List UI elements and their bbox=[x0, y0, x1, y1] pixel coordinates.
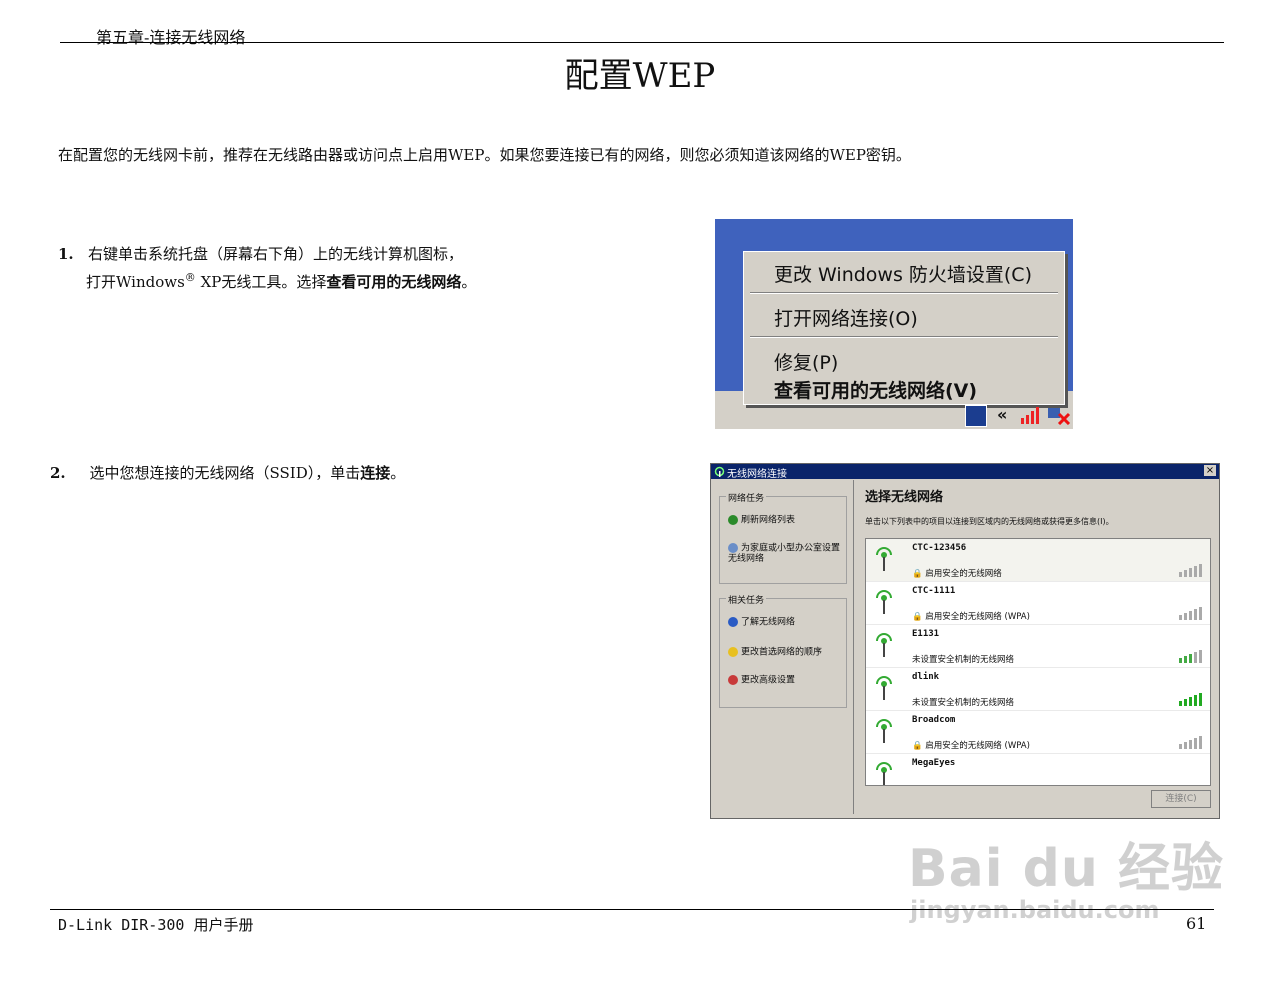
network-item[interactable]: CTC-123456 🔒 启用安全的无线网络 bbox=[866, 539, 1210, 582]
choose-network-description: 单击以下列表中的项目以连接到区域内的无线网络或获得更多信息(I)。 bbox=[865, 517, 1114, 526]
footer-rule bbox=[50, 909, 1214, 910]
divider bbox=[853, 480, 854, 814]
change-order-link[interactable]: 更改首选网络的顺序 bbox=[728, 647, 848, 658]
antenna-icon bbox=[876, 762, 892, 785]
lock-status: 🔒 启用安全的无线网络 (WPA) bbox=[912, 612, 1030, 622]
step-1-number: 1. bbox=[58, 245, 74, 263]
settings-icon bbox=[728, 675, 738, 685]
chapter-header: 第五章-连接无线网络 bbox=[96, 28, 246, 47]
watermark-url: jingyan.baidu.com bbox=[910, 896, 1160, 924]
registered-mark: ® bbox=[184, 271, 196, 284]
related-tasks-panel: 相关任务 了解无线网络 更改首选网络的顺序 更改高级设置 bbox=[719, 593, 848, 708]
menu-item-repair[interactable]: 修复(P) bbox=[774, 348, 838, 375]
lock-status: 🔒 启用安全的无线网络 bbox=[912, 569, 1002, 579]
step-1-line2b: XP无线工具。选择 bbox=[195, 273, 327, 291]
signal-icon bbox=[1179, 736, 1202, 749]
antenna-icon bbox=[876, 719, 892, 743]
star-icon bbox=[728, 647, 738, 657]
header-rule bbox=[60, 42, 1224, 43]
page-title: 配置WEP bbox=[564, 56, 716, 96]
wireless-dialog: 无线网络连接 × 网络任务 刷新网络列表 为家庭或小型办公室设置无线网络 相关任… bbox=[710, 463, 1220, 819]
info-icon bbox=[728, 617, 738, 627]
antenna-icon bbox=[876, 547, 892, 571]
wireless-icon bbox=[714, 466, 725, 477]
setup-icon bbox=[728, 543, 738, 553]
antenna-icon bbox=[876, 590, 892, 614]
network-item[interactable]: E1131 未设置安全机制的无线网络 bbox=[866, 625, 1210, 668]
network-item[interactable]: CTC-1111 🔒 启用安全的无线网络 (WPA) bbox=[866, 582, 1210, 625]
dialog-titlebar: 无线网络连接 × bbox=[711, 464, 1219, 480]
network-item[interactable]: MegaEyes bbox=[866, 754, 1210, 785]
context-menu-screenshot: 更改 Windows 防火墙设置(C) 打开网络连接(O) 修复(P) 查看可用… bbox=[715, 219, 1073, 429]
step-2-text: 选中您想连接的无线网络（SSID），单击 bbox=[89, 464, 361, 482]
step-1-bold: 查看可用的无线网络 bbox=[326, 273, 462, 291]
network-tasks-panel: 网络任务 刷新网络列表 为家庭或小型办公室设置无线网络 bbox=[719, 491, 848, 584]
tray-chevron-icon[interactable]: « bbox=[997, 405, 1017, 425]
signal-icon bbox=[1179, 650, 1202, 663]
lock-status: 🔒 启用安全的无线网络 (WPA) bbox=[912, 741, 1030, 751]
advanced-settings-link[interactable]: 更改高级设置 bbox=[728, 675, 848, 686]
network-disconnected-icon[interactable] bbox=[1047, 405, 1071, 426]
step-1-line1: 右键单击系统托盘（屏幕右下角）上的无线计算机图标， bbox=[87, 245, 463, 263]
refresh-list-link[interactable]: 刷新网络列表 bbox=[728, 515, 848, 526]
network-item[interactable]: dlink 未设置安全机制的无线网络 bbox=[866, 668, 1210, 711]
signal-icon bbox=[1179, 607, 1202, 620]
dialog-title: 无线网络连接 bbox=[727, 469, 787, 480]
antenna-icon bbox=[876, 633, 892, 657]
footer-manual: D-Link DIR-300 用户手册 bbox=[58, 916, 254, 934]
menu-separator bbox=[750, 336, 1058, 338]
menu-item-firewall[interactable]: 更改 Windows 防火墙设置(C) bbox=[774, 260, 1032, 287]
network-list[interactable]: CTC-123456 🔒 启用安全的无线网络 CTC-1111 🔒 启用安全的无… bbox=[865, 538, 1211, 786]
signal-icon bbox=[1179, 693, 1202, 706]
step-2-end: 。 bbox=[390, 464, 406, 482]
intro-paragraph: 在配置您的无线网卡前，推荐在无线路由器或访问点上启用WEP。如果您要连接已有的网… bbox=[58, 146, 911, 164]
learn-wireless-link[interactable]: 了解无线网络 bbox=[728, 617, 848, 628]
signal-icon bbox=[1179, 564, 1202, 577]
step-1-end: 。 bbox=[461, 273, 477, 291]
network-tasks-title: 网络任务 bbox=[726, 491, 767, 504]
setup-network-link[interactable]: 为家庭或小型办公室设置无线网络 bbox=[728, 543, 848, 564]
step-2-number: 2. bbox=[50, 464, 66, 482]
network-item[interactable]: Broadcom 🔒 启用安全的无线网络 (WPA) bbox=[866, 711, 1210, 754]
antenna-icon bbox=[876, 676, 892, 700]
wireless-signal-icon[interactable] bbox=[1019, 405, 1039, 425]
step-2: 2. 选中您想连接的无线网络（SSID），单击连接。 bbox=[50, 462, 405, 483]
connect-button[interactable]: 连接(C) bbox=[1151, 790, 1211, 808]
menu-separator bbox=[750, 292, 1058, 294]
page-number: 61 bbox=[1186, 914, 1207, 933]
menu-item-view-networks[interactable]: 查看可用的无线网络(V) bbox=[774, 376, 977, 403]
related-tasks-title: 相关任务 bbox=[726, 593, 767, 606]
tray-context-menu: 更改 Windows 防火墙设置(C) 打开网络连接(O) 修复(P) 查看可用… bbox=[743, 251, 1065, 405]
step-1-line2a: 打开Windows bbox=[86, 273, 185, 291]
tray-app-icon[interactable] bbox=[965, 405, 987, 427]
step-1: 1. 右键单击系统托盘（屏幕右下角）上的无线计算机图标， 打开Windows® … bbox=[58, 242, 476, 294]
refresh-icon bbox=[728, 515, 738, 525]
choose-network-heading: 选择无线网络 bbox=[865, 490, 944, 505]
close-button[interactable]: × bbox=[1204, 465, 1216, 476]
watermark-brand: Bai du 经验 bbox=[908, 839, 1224, 899]
menu-item-open-connections[interactable]: 打开网络连接(O) bbox=[774, 304, 918, 331]
step-2-bold: 连接 bbox=[360, 464, 391, 482]
